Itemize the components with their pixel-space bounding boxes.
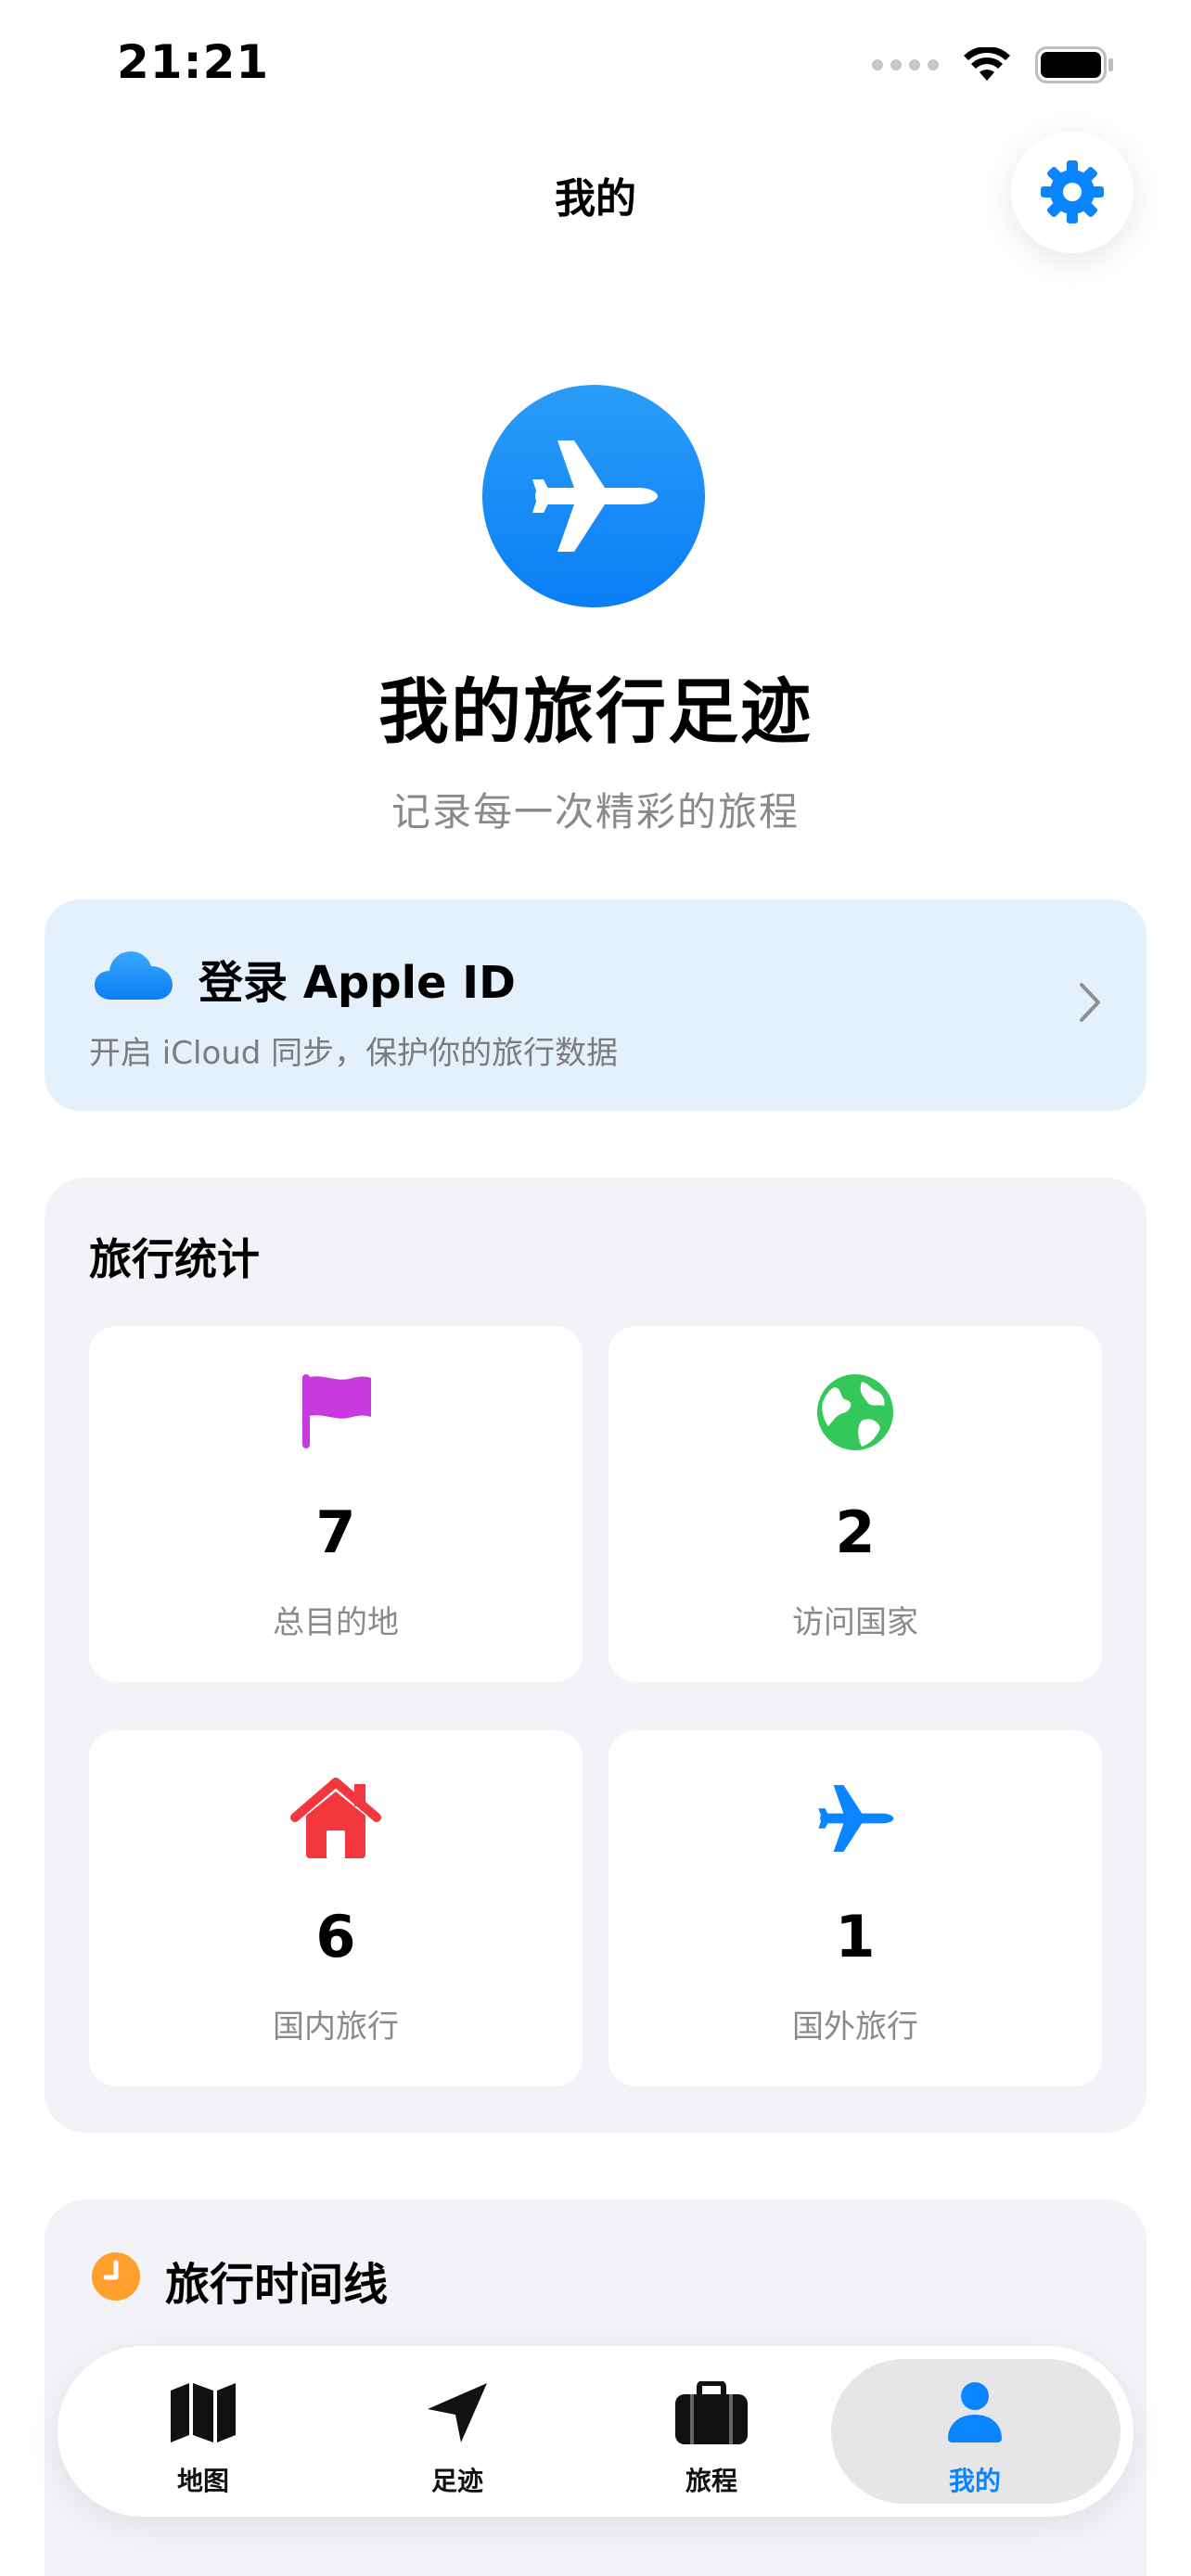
tab-footprints[interactable]: 足迹 [330, 2346, 584, 2517]
status-time: 21:21 [117, 35, 270, 89]
stat-value: 7 [315, 1498, 356, 1566]
location-arrow-icon [428, 2383, 487, 2442]
stat-value: 1 [835, 1903, 876, 1970]
stat-label: 访问国家 [792, 1604, 918, 1641]
timeline-title: 旅行时间线 [165, 2259, 389, 2311]
airplane-icon [818, 1785, 894, 1852]
battery-icon [1035, 46, 1113, 83]
house-icon [290, 1778, 381, 1858]
stat-label: 国内旅行 [273, 2009, 399, 2046]
wifi-icon [964, 47, 1010, 81]
gear-icon [1041, 160, 1104, 223]
globe-icon [817, 1374, 893, 1450]
screen: 21:21 我的 我的旅行足迹 记录每一次精彩的旅程 登录 Apple ID 开… [0, 0, 1191, 2576]
hero-subtitle: 记录每一次精彩的旅程 [391, 789, 800, 835]
stat-label: 国外旅行 [792, 2009, 918, 2046]
stat-tile-destinations[interactable]: 7 总目的地 [89, 1326, 583, 1682]
tab-map[interactable]: 地图 [76, 2346, 330, 2517]
clock-icon [92, 2252, 140, 2301]
tab-label: 我的 [948, 2466, 1001, 2496]
login-title: 登录 Apple ID [198, 957, 517, 1009]
suitcase-icon [675, 2381, 748, 2444]
settings-button[interactable] [1011, 131, 1133, 253]
person-icon [948, 2382, 1002, 2442]
travel-stats-card: 旅行统计 7 总目的地 2 访问国家 6 国内旅行 1 国外旅行 [45, 1178, 1146, 2133]
hero-title: 我的旅行足迹 [378, 670, 813, 753]
tab-journeys[interactable]: 旅程 [584, 2346, 839, 2517]
stat-tile-countries[interactable]: 2 访问国家 [608, 1326, 1102, 1682]
login-subtitle: 开启 iCloud 同步，保护你的旅行数据 [89, 1035, 619, 1072]
tab-label: 旅程 [685, 2466, 737, 2496]
stat-label: 总目的地 [273, 1604, 399, 1641]
map-icon [171, 2383, 236, 2442]
apple-id-login-card[interactable]: 登录 Apple ID 开启 iCloud 同步，保护你的旅行数据 [45, 899, 1146, 1111]
stat-value: 2 [835, 1498, 876, 1566]
airplane-icon [532, 440, 658, 552]
stat-value: 6 [315, 1903, 356, 1970]
tab-label: 地图 [176, 2466, 229, 2496]
tab-profile[interactable]: 我的 [848, 2346, 1102, 2517]
cloud-icon [95, 951, 173, 1000]
stats-title: 旅行统计 [89, 1234, 260, 1284]
flag-icon [302, 1374, 371, 1448]
tab-bar: 地图 足迹 旅程 我的 [58, 2346, 1133, 2517]
status-icons [872, 46, 1115, 83]
tab-label: 足迹 [430, 2466, 483, 2496]
cellular-signal-icon [872, 59, 939, 70]
stat-tile-international[interactable]: 1 国外旅行 [608, 1730, 1102, 2086]
stat-tile-domestic[interactable]: 6 国内旅行 [89, 1730, 583, 2086]
chevron-right-icon [1080, 983, 1100, 1022]
hero-logo [482, 385, 705, 607]
